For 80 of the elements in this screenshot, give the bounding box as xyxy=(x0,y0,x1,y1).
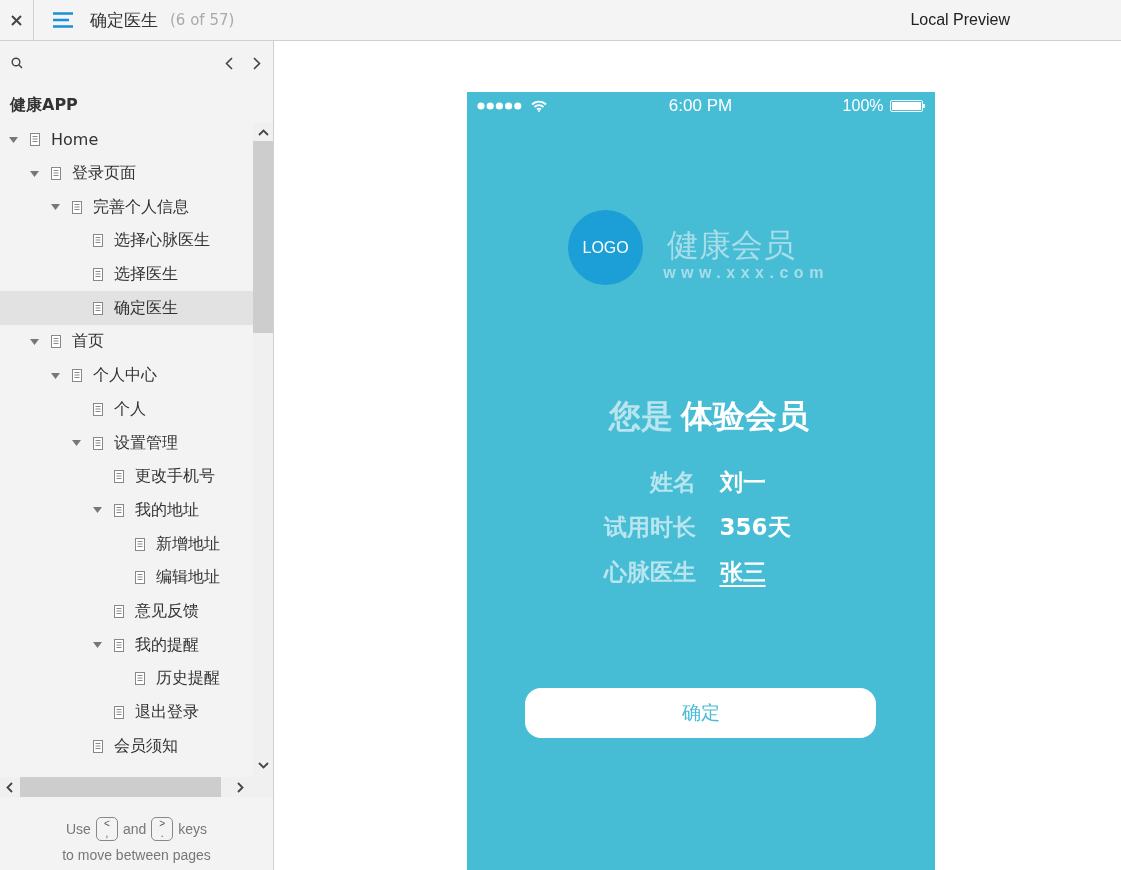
page-icon xyxy=(135,571,145,585)
page-icon xyxy=(93,268,103,282)
expand-icon[interactable] xyxy=(51,372,60,379)
wifi-icon xyxy=(530,100,547,112)
page-icon xyxy=(114,638,124,652)
page-icon xyxy=(93,436,103,450)
hint-text: Use xyxy=(65,821,91,837)
tree-item[interactable]: 个人 xyxy=(0,392,253,427)
tree-item[interactable]: 我的提醒 xyxy=(0,628,253,662)
next-icon[interactable] xyxy=(253,56,261,70)
page-icon xyxy=(93,739,103,753)
menu-icon[interactable] xyxy=(53,12,73,28)
status-time: 6:00 PM xyxy=(667,96,734,116)
page-icon xyxy=(114,470,124,484)
page-icon xyxy=(114,604,124,618)
brand-name: 健康会员 xyxy=(667,225,796,264)
page-icon xyxy=(135,672,145,686)
page-icon xyxy=(93,301,103,315)
expand-icon[interactable] xyxy=(93,507,102,514)
page-icon xyxy=(30,133,40,147)
page-title: 确定医生 xyxy=(90,8,158,32)
page-icon xyxy=(114,706,124,720)
tree-item[interactable]: Home xyxy=(0,123,253,157)
hint-text: and xyxy=(122,821,147,837)
expand-icon[interactable] xyxy=(72,440,81,447)
expand-icon[interactable] xyxy=(30,170,39,177)
tree-item[interactable]: 选择心脉医生 xyxy=(0,224,253,258)
tree-item[interactable]: 历史提醒 xyxy=(0,662,253,696)
tree-item[interactable]: 更改手机号 xyxy=(0,459,253,494)
tree-item[interactable]: 设置管理 xyxy=(0,426,253,460)
scroll-up-icon[interactable] xyxy=(257,129,269,136)
close-icon[interactable] xyxy=(11,14,22,26)
page-icon xyxy=(135,537,145,551)
tree-item[interactable]: 编辑地址 xyxy=(0,560,253,595)
previous-icon[interactable] xyxy=(225,56,233,70)
battery-icon xyxy=(889,100,925,112)
preview-label: Local Preview xyxy=(910,11,1010,29)
tree-item[interactable]: 个人中心 xyxy=(0,358,253,393)
keycap: < , xyxy=(95,817,118,841)
expand-icon[interactable] xyxy=(93,642,102,649)
page-icon xyxy=(51,335,61,349)
page-icon xyxy=(51,167,61,181)
search-icon[interactable] xyxy=(11,57,23,69)
info-value: 刘一 xyxy=(719,468,766,497)
project-title: 健康APP xyxy=(8,94,79,116)
info-value: 356天 xyxy=(719,513,791,542)
page-icon xyxy=(72,369,82,383)
page-icon xyxy=(72,200,82,214)
scroll-down-icon[interactable] xyxy=(257,762,269,769)
heading-prefix: 您是 xyxy=(608,396,673,437)
hint-text: to move between pages xyxy=(62,847,211,863)
scroll-right-icon[interactable] xyxy=(237,781,244,793)
tree-item[interactable]: 确定医生 xyxy=(0,291,253,326)
tree-item[interactable]: 退出登录 xyxy=(0,695,253,730)
signal-icon xyxy=(476,102,523,110)
tree-item[interactable]: 会员须知 xyxy=(0,729,253,764)
expand-icon[interactable] xyxy=(51,204,60,211)
page-icon xyxy=(93,234,103,248)
tree-item[interactable]: 我的地址 xyxy=(0,493,253,528)
scroll-left-icon[interactable] xyxy=(6,781,13,793)
tree-item[interactable]: 意见反馈 xyxy=(0,594,253,629)
logo-badge: LOGO xyxy=(568,210,644,285)
page-icon xyxy=(93,402,103,416)
page-counter: (6 of 57) xyxy=(170,11,235,29)
page-icon xyxy=(114,503,124,517)
tree-item[interactable]: 选择医生 xyxy=(0,257,253,292)
keycap: > . xyxy=(151,817,174,841)
membership-level: 体验会员 xyxy=(680,396,809,437)
expand-icon[interactable] xyxy=(9,136,18,143)
info-label: 心脉医生 xyxy=(602,558,696,587)
brand-url: www.xxx.com xyxy=(663,263,829,282)
battery-percent: 100% xyxy=(842,97,884,115)
tree-item[interactable]: 新增地址 xyxy=(0,527,253,561)
tree-item[interactable]: 首页 xyxy=(0,325,253,359)
hint-text: keys xyxy=(178,821,208,837)
info-label: 试用时长 xyxy=(602,513,696,542)
expand-icon[interactable] xyxy=(30,338,39,345)
tree-item[interactable]: 登录页面 xyxy=(0,156,253,191)
tree-item[interactable]: 完善个人信息 xyxy=(0,190,253,225)
info-label: 姓名 xyxy=(648,468,696,497)
